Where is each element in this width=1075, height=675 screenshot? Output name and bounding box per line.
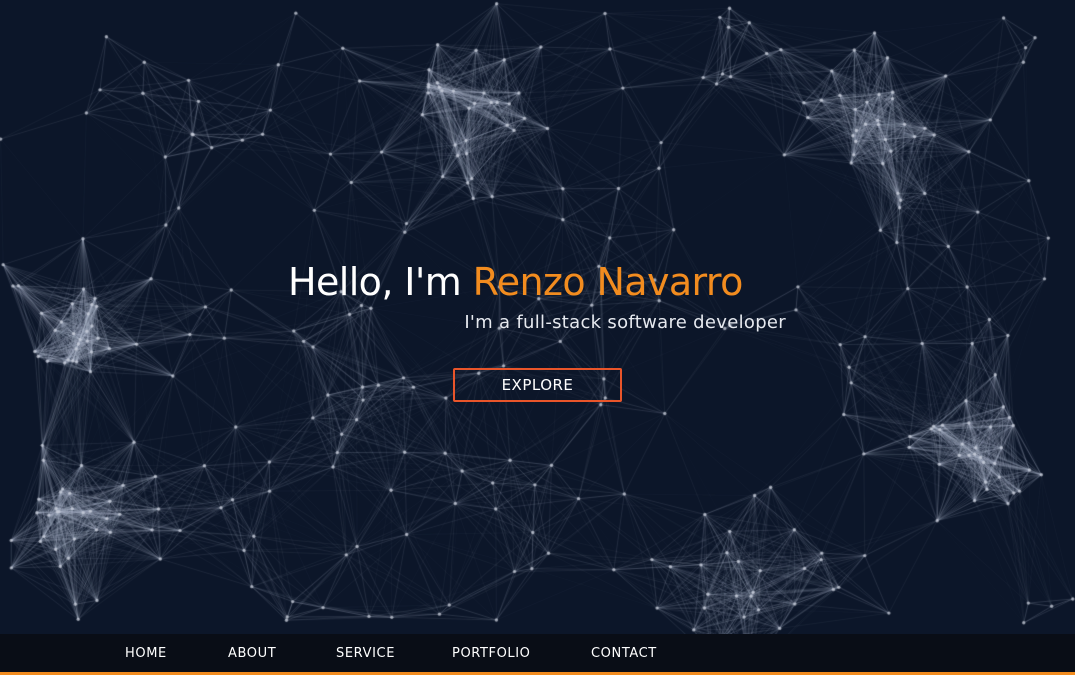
hero-section: Hello, I'm Renzo Navarro I'm a full-stac… [0, 0, 1075, 634]
nav-service[interactable]: SERVICE [336, 634, 395, 672]
nav-about[interactable]: ABOUT [228, 634, 276, 672]
hero-tagline: I'm a full-stack software developer [464, 312, 786, 333]
developer-name: Renzo Navarro [472, 260, 744, 304]
hero-content: Hello, I'm Renzo Navarro I'm a full-stac… [0, 0, 1075, 634]
bottom-navbar: HOME ABOUT SERVICE PORTFOLIO CONTACT [0, 634, 1075, 675]
nav-home[interactable]: HOME [125, 634, 167, 672]
nav-portfolio[interactable]: PORTFOLIO [452, 634, 531, 672]
greeting-text: Hello, I'm [288, 260, 473, 304]
explore-button[interactable]: EXPLORE [453, 368, 622, 402]
nav-contact[interactable]: CONTACT [591, 634, 657, 672]
hero-headline: Hello, I'm Renzo Navarro [288, 254, 743, 310]
